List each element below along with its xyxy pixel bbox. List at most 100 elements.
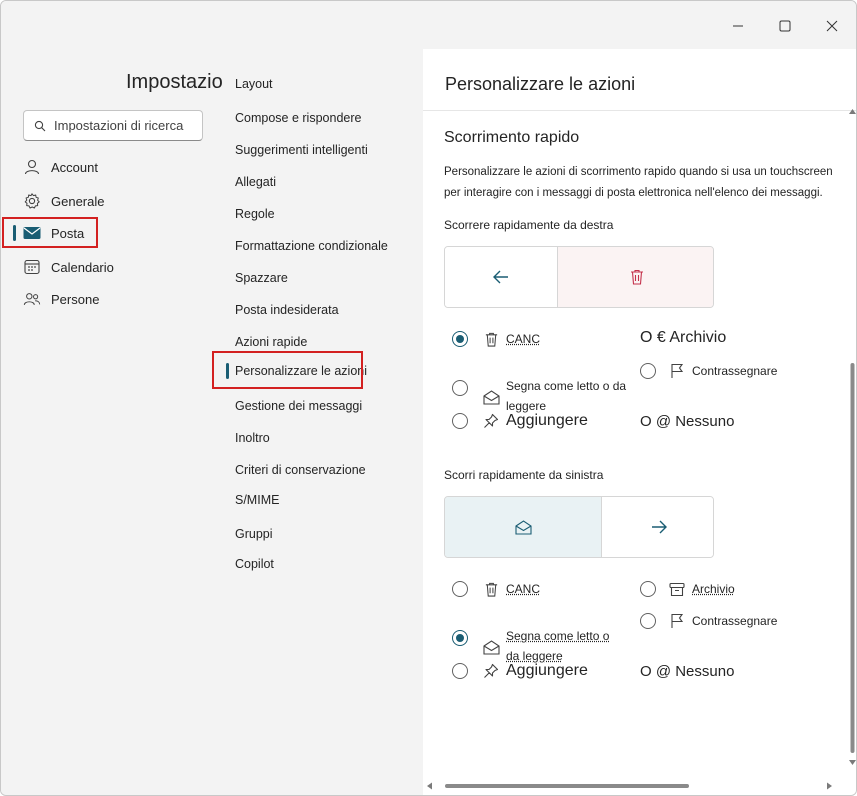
search-input[interactable]	[54, 118, 194, 133]
left-swipe-action-area	[445, 497, 602, 557]
nav-item-label: Generale	[51, 193, 105, 209]
person-icon	[23, 158, 41, 176]
option-label: CANC	[506, 582, 541, 596]
left-option-delete[interactable]: CANC	[452, 579, 540, 599]
left-swipe-message-area	[602, 497, 713, 557]
panel-header: Personalizzare le azioni	[423, 49, 856, 111]
radio-button[interactable]	[452, 413, 468, 429]
sub-item-junk-mail[interactable]: Posta indesiderata	[235, 303, 339, 317]
option-label: O € Archivio	[640, 329, 727, 346]
section-description: Personalizzare le azioni di scorrimento …	[444, 166, 833, 199]
right-swipe-action-area	[557, 247, 713, 307]
search-icon	[34, 120, 46, 131]
right-swipe-message-area	[445, 247, 557, 307]
left-option-flag[interactable]: Contrassegnare	[640, 611, 777, 631]
sub-item-smart-suggestions[interactable]: Suggerimenti intelligenti	[235, 143, 368, 157]
settings-nav: Impostazioni Account Generale Posta	[1, 49, 238, 795]
arrow-left-icon	[493, 270, 508, 284]
highlight-box	[2, 217, 98, 248]
pin-icon	[482, 412, 500, 430]
left-option-pin[interactable]: Aggiungere	[452, 662, 588, 680]
nav-item-account[interactable]: Account	[23, 155, 98, 179]
radio-button[interactable]	[452, 630, 468, 646]
mail-read-icon	[514, 519, 532, 535]
sub-item-quick-actions[interactable]: Azioni rapide	[235, 335, 307, 349]
nav-item-calendario[interactable]: Calendario	[23, 255, 114, 279]
sub-item-conditional-formatting[interactable]: Formattazione condizionale	[235, 239, 388, 253]
left-option-mark-read[interactable]: Segna come letto o da leggere	[452, 610, 642, 666]
mail-read-icon	[482, 388, 500, 406]
right-option-mark-read[interactable]: Segna come letto o da leggere	[452, 360, 642, 416]
option-label: Contrassegnare	[692, 364, 778, 378]
right-option-archive[interactable]: O € Archivio	[640, 329, 726, 347]
radio-button[interactable]	[452, 380, 468, 396]
arrow-right-icon	[651, 520, 667, 534]
radio-button[interactable]	[452, 663, 468, 679]
left-swipe-label: Scorri rapidamente da sinistra	[444, 468, 604, 482]
radio-button[interactable]	[640, 363, 656, 379]
nav-item-label: Persone	[51, 291, 100, 307]
pin-icon	[482, 662, 500, 680]
right-option-pin[interactable]: Aggiungere	[452, 412, 588, 430]
delete-icon	[482, 330, 500, 348]
option-label: Aggiungere	[506, 662, 588, 679]
right-swipe-label: Scorrere rapidamente da destra	[444, 218, 614, 232]
people-icon	[23, 290, 41, 308]
radio-button[interactable]	[452, 581, 468, 597]
left-option-none[interactable]: O @ Nessuno	[640, 662, 734, 682]
right-option-none[interactable]: O @ Nessuno	[640, 412, 734, 432]
sub-item-compose[interactable]: Compose e rispondere	[235, 111, 361, 125]
nav-item-generale[interactable]: Generale	[23, 189, 104, 213]
minimize-icon	[733, 25, 743, 27]
mail-settings-nav: Layout Compose e rispondere Suggerimenti…	[212, 49, 423, 795]
flag-icon	[668, 362, 686, 380]
option-label: Aggiungere	[506, 412, 588, 429]
vertical-scrollbar[interactable]	[848, 107, 856, 767]
radio-button[interactable]	[640, 581, 656, 597]
option-label: O @ Nessuno	[640, 663, 735, 680]
radio-button[interactable]	[452, 331, 468, 347]
sub-item-attachments[interactable]: Allegati	[235, 175, 276, 189]
title-bar	[1, 1, 856, 49]
section-title: Scorrimento rapido	[444, 129, 580, 146]
right-option-flag[interactable]: Contrassegnare	[640, 361, 777, 381]
nav-item-persone[interactable]: Persone	[23, 287, 99, 311]
close-button[interactable]	[817, 13, 847, 39]
settings-search[interactable]	[23, 110, 203, 141]
sub-item-smime[interactable]: S/MIME	[235, 493, 279, 507]
option-label: Archivio	[692, 582, 735, 596]
panel-title: Personalizzare le azioni	[445, 74, 636, 94]
settings-window: Impostazioni Account Generale Posta	[0, 0, 857, 796]
sub-item-layout[interactable]: Layout	[235, 77, 273, 91]
sub-item-copilot[interactable]: Copilot	[235, 557, 274, 571]
content-panel: Personalizzare le azioni Scorrimento rap…	[423, 49, 856, 795]
sub-item-message-handling[interactable]: Gestione dei messaggi	[235, 399, 362, 413]
horizontal-scrollbar[interactable]	[423, 779, 843, 793]
minimize-button[interactable]	[723, 13, 753, 39]
maximize-button[interactable]	[770, 13, 800, 39]
scroll-thumb	[850, 363, 855, 753]
right-option-delete[interactable]: CANC	[452, 329, 540, 349]
calendar-icon	[23, 258, 41, 276]
left-option-archive[interactable]: Archivio	[640, 579, 735, 599]
scroll-left-icon	[427, 782, 432, 790]
option-label: Contrassegnare	[692, 614, 778, 628]
sub-item-groups[interactable]: Gruppi	[235, 527, 273, 541]
flag-icon	[668, 612, 686, 630]
sub-item-sweep[interactable]: Spazzare	[235, 271, 288, 285]
sub-item-rules[interactable]: Regole	[235, 207, 275, 221]
archive-icon	[668, 580, 686, 598]
nav-item-label: Account	[51, 159, 98, 175]
radio-button[interactable]	[640, 613, 656, 629]
highlight-box	[212, 351, 363, 389]
close-icon	[826, 20, 838, 32]
sub-item-forwarding[interactable]: Inoltro	[235, 431, 270, 445]
option-label: Segna come letto o da leggere	[506, 379, 627, 413]
delete-icon	[630, 269, 643, 285]
settings-title: Impostazioni	[126, 71, 239, 93]
sub-item-retention-policies[interactable]: Criteri di conservazione	[235, 463, 366, 477]
mail-read-icon	[482, 638, 500, 656]
right-swipe-preview	[444, 246, 714, 308]
scroll-down-icon	[849, 760, 856, 765]
delete-icon	[482, 580, 500, 598]
